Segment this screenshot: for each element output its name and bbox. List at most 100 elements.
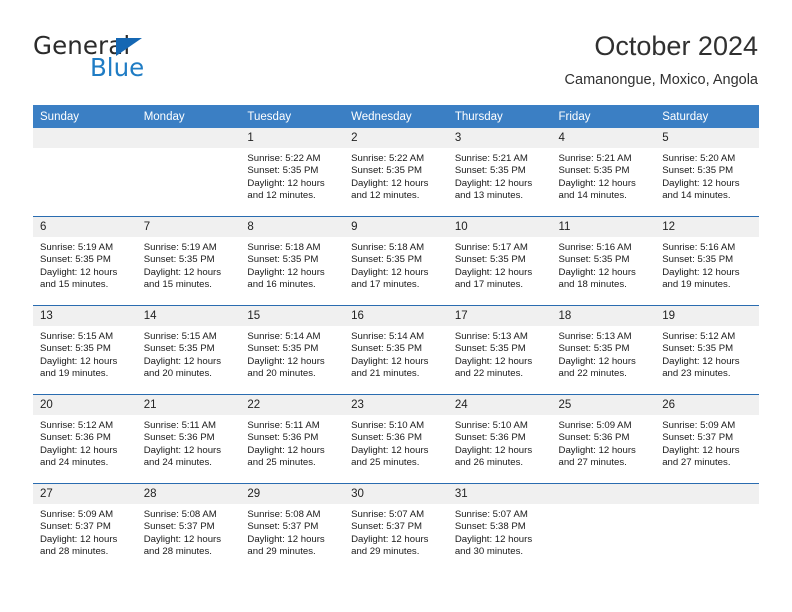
day-info: Sunrise: 5:22 AM Sunset: 5:35 PM Dayligh… xyxy=(240,148,344,203)
sunrise-text: Sunrise: 5:09 AM xyxy=(558,420,632,431)
day-cell[interactable] xyxy=(136,128,241,217)
daylight-text-line2: and 20 minutes. xyxy=(247,368,316,380)
day-info: Sunrise: 5:18 AM Sunset: 5:35 PM Dayligh… xyxy=(344,237,448,292)
day-cell[interactable]: 11 Sunrise: 5:16 AM Sunset: 5:35 PM Dayl… xyxy=(551,216,656,306)
day-number: 19 xyxy=(655,306,759,326)
day-cell[interactable]: 6 Sunrise: 5:19 AM Sunset: 5:35 PM Dayli… xyxy=(33,216,137,306)
daylight-text-line2: and 29 minutes. xyxy=(351,546,420,558)
sunrise-text: Sunrise: 5:21 AM xyxy=(558,153,632,164)
sunrise-text: Sunrise: 5:22 AM xyxy=(351,153,425,164)
day-cell[interactable]: 16 Sunrise: 5:14 AM Sunset: 5:35 PM Dayl… xyxy=(344,305,448,395)
daylight-text-line2: and 22 minutes. xyxy=(454,368,524,380)
day-cell[interactable]: 17 Sunrise: 5:13 AM Sunset: 5:35 PM Dayl… xyxy=(447,305,552,395)
day-cell[interactable]: 21 Sunrise: 5:11 AM Sunset: 5:36 PM Dayl… xyxy=(136,394,241,484)
sunrise-text: Sunrise: 5:16 AM xyxy=(662,242,736,253)
day-cell[interactable]: 2 Sunrise: 5:22 AM Sunset: 5:35 PM Dayli… xyxy=(344,128,448,217)
day-info: Sunrise: 5:12 AM Sunset: 5:35 PM Dayligh… xyxy=(655,326,759,381)
daylight-text-line2: and 29 minutes. xyxy=(247,546,316,558)
day-cell[interactable]: 23 Sunrise: 5:10 AM Sunset: 5:36 PM Dayl… xyxy=(344,394,448,484)
daylight-text-line2: and 17 minutes. xyxy=(454,279,524,291)
sunrise-text: Sunrise: 5:11 AM xyxy=(247,420,320,431)
day-info: Sunrise: 5:21 AM Sunset: 5:35 PM Dayligh… xyxy=(552,148,656,203)
sunrise-text: Sunrise: 5:11 AM xyxy=(143,420,217,431)
daylight-text-line2: and 30 minutes. xyxy=(454,546,524,558)
sunset-text: Sunset: 5:37 PM xyxy=(40,521,111,533)
sunset-text: Sunset: 5:35 PM xyxy=(40,343,111,355)
daylight-text-line1: Daylight: 12 hours xyxy=(40,355,118,367)
sunrise-text: Sunrise: 5:21 AM xyxy=(454,153,528,164)
day-info: Sunrise: 5:19 AM Sunset: 5:35 PM Dayligh… xyxy=(33,237,137,292)
day-info xyxy=(33,148,137,153)
day-info: Sunrise: 5:16 AM Sunset: 5:35 PM Dayligh… xyxy=(552,237,656,292)
day-cell[interactable]: 18 Sunrise: 5:13 AM Sunset: 5:35 PM Dayl… xyxy=(551,305,656,395)
daylight-text-line1: Daylight: 12 hours xyxy=(454,444,533,456)
daylight-text-line1: Daylight: 12 hours xyxy=(351,177,429,189)
day-number: 24 xyxy=(447,395,552,415)
sunset-text: Sunset: 5:36 PM xyxy=(143,432,215,444)
day-cell[interactable]: 9 Sunrise: 5:18 AM Sunset: 5:35 PM Dayli… xyxy=(344,216,448,306)
day-info: Sunrise: 5:16 AM Sunset: 5:35 PM Dayligh… xyxy=(655,237,759,292)
week-row: 1 Sunrise: 5:22 AM Sunset: 5:35 PM Dayli… xyxy=(33,128,759,217)
day-number: 26 xyxy=(655,395,759,415)
day-cell[interactable]: 29 Sunrise: 5:08 AM Sunset: 5:37 PM Dayl… xyxy=(240,483,345,572)
week-row: 20 Sunrise: 5:12 AM Sunset: 5:36 PM Dayl… xyxy=(33,394,759,484)
daylight-text-line2: and 20 minutes. xyxy=(143,368,212,380)
daylight-text-line2: and 28 minutes. xyxy=(143,546,212,558)
sunset-text: Sunset: 5:35 PM xyxy=(558,254,630,266)
daylight-text-line1: Daylight: 12 hours xyxy=(558,444,636,456)
day-cell[interactable]: 5 Sunrise: 5:20 AM Sunset: 5:35 PM Dayli… xyxy=(655,128,759,217)
sunrise-text: Sunrise: 5:22 AM xyxy=(247,153,321,164)
day-cell[interactable]: 22 Sunrise: 5:11 AM Sunset: 5:36 PM Dayl… xyxy=(240,394,345,484)
week-row: 13 Sunrise: 5:15 AM Sunset: 5:35 PM Dayl… xyxy=(33,305,759,395)
day-cell[interactable]: 1 Sunrise: 5:22 AM Sunset: 5:35 PM Dayli… xyxy=(240,128,345,217)
daylight-text-line2: and 12 minutes. xyxy=(247,190,316,202)
day-cell[interactable]: 3 Sunrise: 5:21 AM Sunset: 5:35 PM Dayli… xyxy=(447,128,552,217)
day-cell[interactable] xyxy=(33,128,137,217)
day-info: Sunrise: 5:15 AM Sunset: 5:35 PM Dayligh… xyxy=(33,326,137,381)
sunset-text: Sunset: 5:35 PM xyxy=(40,254,111,266)
sunrise-text: Sunrise: 5:07 AM xyxy=(351,509,425,520)
daylight-text-line2: and 15 minutes. xyxy=(143,279,212,291)
day-cell[interactable] xyxy=(551,483,656,572)
day-cell[interactable]: 26 Sunrise: 5:09 AM Sunset: 5:37 PM Dayl… xyxy=(655,394,759,484)
sunset-text: Sunset: 5:35 PM xyxy=(247,343,319,355)
sunrise-text: Sunrise: 5:19 AM xyxy=(143,242,217,253)
day-number: 8 xyxy=(240,217,345,237)
day-cell[interactable]: 10 Sunrise: 5:17 AM Sunset: 5:35 PM Dayl… xyxy=(447,216,552,306)
day-cell[interactable]: 7 Sunrise: 5:19 AM Sunset: 5:35 PM Dayli… xyxy=(136,216,241,306)
day-cell[interactable]: 19 Sunrise: 5:12 AM Sunset: 5:35 PM Dayl… xyxy=(655,305,759,395)
sunrise-text: Sunrise: 5:10 AM xyxy=(454,420,528,431)
sunrise-text: Sunrise: 5:08 AM xyxy=(247,509,321,520)
day-cell[interactable] xyxy=(655,483,759,572)
daylight-text-line2: and 25 minutes. xyxy=(351,457,420,469)
daylight-text-line1: Daylight: 12 hours xyxy=(247,444,325,456)
sunrise-text: Sunrise: 5:10 AM xyxy=(351,420,425,431)
daylight-text-line1: Daylight: 12 hours xyxy=(662,355,740,367)
day-cell[interactable]: 8 Sunrise: 5:18 AM Sunset: 5:35 PM Dayli… xyxy=(240,216,345,306)
day-cell[interactable]: 15 Sunrise: 5:14 AM Sunset: 5:35 PM Dayl… xyxy=(240,305,345,395)
day-cell[interactable]: 4 Sunrise: 5:21 AM Sunset: 5:35 PM Dayli… xyxy=(551,128,656,217)
daylight-text-line2: and 19 minutes. xyxy=(662,279,731,291)
day-info: Sunrise: 5:10 AM Sunset: 5:36 PM Dayligh… xyxy=(344,415,448,470)
day-info: Sunrise: 5:15 AM Sunset: 5:35 PM Dayligh… xyxy=(137,326,241,381)
day-cell[interactable]: 27 Sunrise: 5:09 AM Sunset: 5:37 PM Dayl… xyxy=(33,483,137,572)
day-cell[interactable]: 12 Sunrise: 5:16 AM Sunset: 5:35 PM Dayl… xyxy=(655,216,759,306)
day-number xyxy=(136,128,241,148)
day-number: 5 xyxy=(655,128,759,148)
daylight-text-line1: Daylight: 12 hours xyxy=(351,355,429,367)
day-number: 15 xyxy=(240,306,345,326)
day-cell[interactable]: 31 Sunrise: 5:07 AM Sunset: 5:38 PM Dayl… xyxy=(447,483,552,572)
day-cell[interactable]: 20 Sunrise: 5:12 AM Sunset: 5:36 PM Dayl… xyxy=(33,394,137,484)
day-cell[interactable]: 14 Sunrise: 5:15 AM Sunset: 5:35 PM Dayl… xyxy=(136,305,241,395)
day-cell[interactable]: 28 Sunrise: 5:08 AM Sunset: 5:37 PM Dayl… xyxy=(136,483,241,572)
day-info: Sunrise: 5:08 AM Sunset: 5:37 PM Dayligh… xyxy=(240,504,344,559)
day-cell[interactable]: 30 Sunrise: 5:07 AM Sunset: 5:37 PM Dayl… xyxy=(344,483,448,572)
sunrise-text: Sunrise: 5:09 AM xyxy=(40,509,114,520)
week-row: 27 Sunrise: 5:09 AM Sunset: 5:37 PM Dayl… xyxy=(33,483,759,572)
sunrise-text: Sunrise: 5:09 AM xyxy=(662,420,736,431)
day-info: Sunrise: 5:17 AM Sunset: 5:35 PM Dayligh… xyxy=(448,237,552,292)
day-cell[interactable]: 13 Sunrise: 5:15 AM Sunset: 5:35 PM Dayl… xyxy=(33,305,137,395)
day-cell[interactable]: 25 Sunrise: 5:09 AM Sunset: 5:36 PM Dayl… xyxy=(551,394,656,484)
daylight-text-line1: Daylight: 12 hours xyxy=(247,266,325,278)
day-cell[interactable]: 24 Sunrise: 5:10 AM Sunset: 5:36 PM Dayl… xyxy=(447,394,552,484)
